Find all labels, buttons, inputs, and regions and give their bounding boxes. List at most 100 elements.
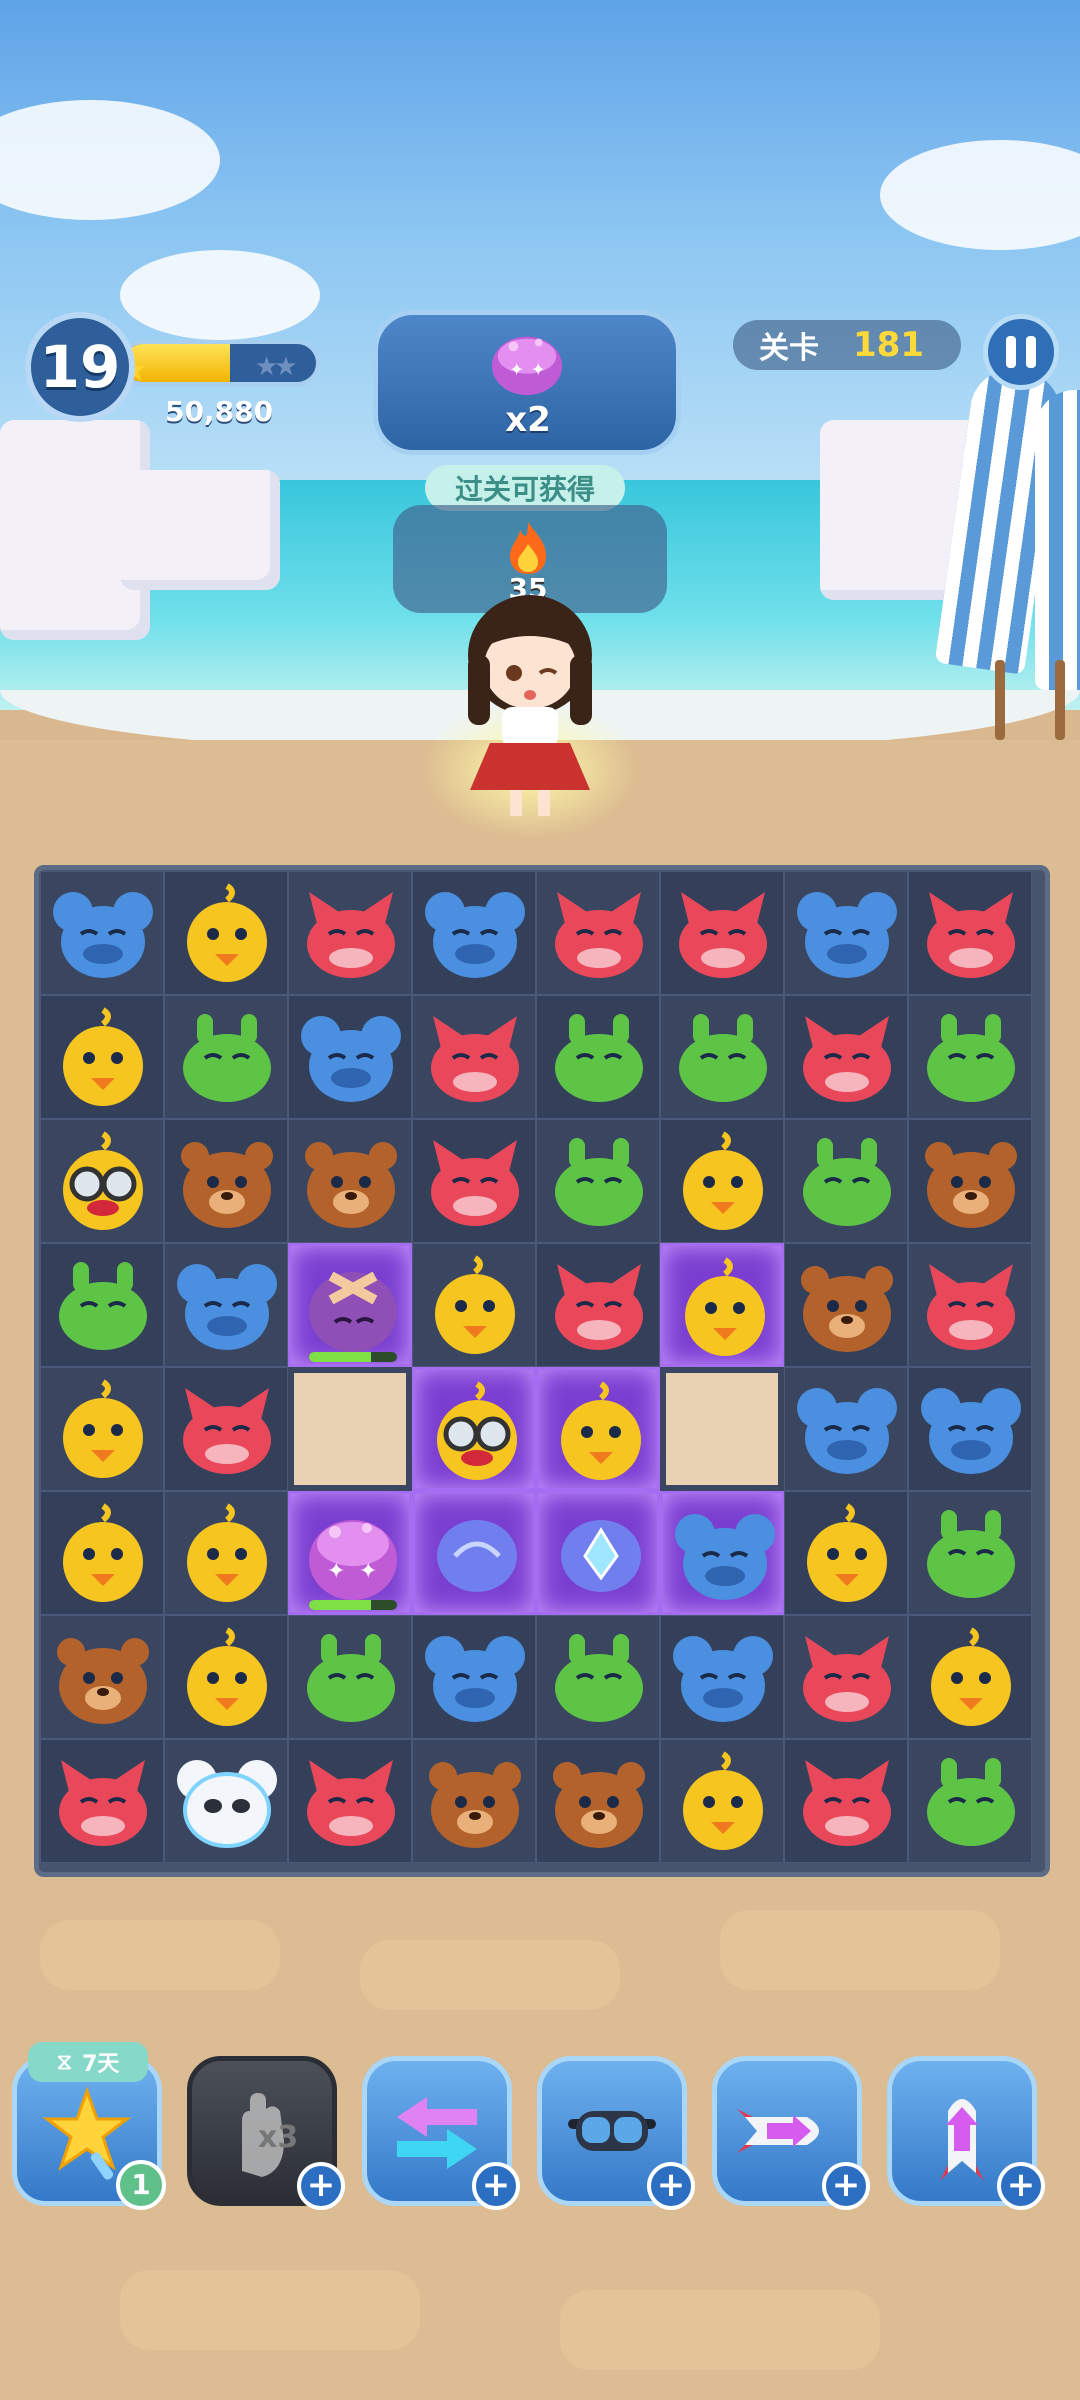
- green-frog-piece[interactable]: [547, 1130, 651, 1234]
- yellow-duck-piece[interactable]: [549, 1380, 653, 1484]
- red-fox-piece[interactable]: [795, 1006, 899, 1110]
- board-cell[interactable]: [660, 1739, 784, 1863]
- brown-bear-piece[interactable]: [51, 1626, 155, 1730]
- blue-swirl-tile[interactable]: [425, 1504, 529, 1608]
- red-fox-piece[interactable]: [51, 1750, 155, 1854]
- blue-mouse-piece[interactable]: [423, 1626, 527, 1730]
- board-cell[interactable]: [288, 1739, 412, 1863]
- board-cell[interactable]: [908, 1367, 1032, 1491]
- red-fox-piece[interactable]: [547, 882, 651, 986]
- yellow-duck-piece[interactable]: [51, 1378, 155, 1482]
- board-cell[interactable]: [660, 1367, 784, 1491]
- board-cell[interactable]: [660, 1119, 784, 1243]
- board-cell[interactable]: [536, 1119, 660, 1243]
- player-level-badge[interactable]: 19: [25, 312, 135, 422]
- board-cell[interactable]: [784, 995, 908, 1119]
- blue-mouse-piece[interactable]: [423, 882, 527, 986]
- brown-bear-piece[interactable]: [423, 1750, 527, 1854]
- brown-bear-piece[interactable]: [795, 1254, 899, 1358]
- add-booster-button[interactable]: +: [997, 2162, 1045, 2210]
- board-cell[interactable]: [536, 871, 660, 995]
- board-cell[interactable]: [536, 1491, 660, 1615]
- board-cell[interactable]: [908, 871, 1032, 995]
- board-cell[interactable]: [412, 1739, 536, 1863]
- board-cell[interactable]: [164, 1243, 288, 1367]
- blue-mouse-piece[interactable]: [673, 1504, 777, 1608]
- board-cell[interactable]: [164, 1739, 288, 1863]
- blue-mouse-piece[interactable]: [795, 1378, 899, 1482]
- board-cell[interactable]: [412, 871, 536, 995]
- pink-mushroom-monster-obstacle[interactable]: ✦ ✦: [301, 1504, 405, 1608]
- board-cell[interactable]: [40, 1367, 164, 1491]
- board-cell[interactable]: [40, 1615, 164, 1739]
- board-cell[interactable]: [164, 1367, 288, 1491]
- green-frog-piece[interactable]: [671, 1006, 775, 1110]
- board-cell[interactable]: [908, 1739, 1032, 1863]
- board-cell[interactable]: [40, 995, 164, 1119]
- board-cell[interactable]: [164, 871, 288, 995]
- add-booster-button[interactable]: +: [647, 2162, 695, 2210]
- board-cell[interactable]: [536, 1615, 660, 1739]
- board-cell[interactable]: [412, 1491, 536, 1615]
- green-frog-piece[interactable]: [547, 1626, 651, 1730]
- board-cell[interactable]: [660, 1491, 784, 1615]
- board-cell[interactable]: [536, 1739, 660, 1863]
- board-cell[interactable]: [660, 1615, 784, 1739]
- board-cell[interactable]: [40, 1739, 164, 1863]
- yellow-duck-piece[interactable]: [51, 1006, 155, 1110]
- blue-mouse-piece[interactable]: [51, 882, 155, 986]
- red-fox-piece[interactable]: [671, 882, 775, 986]
- board-cell[interactable]: [288, 871, 412, 995]
- board-cell[interactable]: [908, 1243, 1032, 1367]
- red-fox-piece[interactable]: [299, 1750, 403, 1854]
- board-cell[interactable]: [660, 1243, 784, 1367]
- blue-mouse-piece[interactable]: [671, 1626, 775, 1730]
- red-fox-piece[interactable]: [795, 1626, 899, 1730]
- red-fox-piece[interactable]: [423, 1130, 527, 1234]
- yellow-duck-piece[interactable]: [175, 1626, 279, 1730]
- red-fox-piece[interactable]: [919, 1254, 1023, 1358]
- yellow-duck-piece[interactable]: [51, 1502, 155, 1606]
- blue-mouse-piece[interactable]: [299, 1006, 403, 1110]
- board-cell[interactable]: [536, 995, 660, 1119]
- red-fox-piece[interactable]: [299, 882, 403, 986]
- yellow-duck-piece[interactable]: [175, 1502, 279, 1606]
- green-frog-piece[interactable]: [919, 1502, 1023, 1606]
- board-cell[interactable]: [40, 1119, 164, 1243]
- add-booster-button[interactable]: +: [472, 2162, 520, 2210]
- brown-bear-piece[interactable]: [299, 1130, 403, 1234]
- board-cell[interactable]: [660, 995, 784, 1119]
- board-cell[interactable]: [288, 1615, 412, 1739]
- board-cell[interactable]: [164, 1615, 288, 1739]
- green-frog-piece[interactable]: [547, 1006, 651, 1110]
- blue-mouse-piece[interactable]: [919, 1378, 1023, 1482]
- board-cell[interactable]: [784, 1739, 908, 1863]
- board-cell[interactable]: [412, 1615, 536, 1739]
- board-cell[interactable]: [412, 1367, 536, 1491]
- duck-goggles-special-piece[interactable]: [51, 1130, 155, 1234]
- brown-bear-piece[interactable]: [547, 1750, 651, 1854]
- board-cell[interactable]: [164, 1119, 288, 1243]
- yellow-duck-piece[interactable]: [919, 1626, 1023, 1730]
- green-frog-piece[interactable]: [175, 1006, 279, 1110]
- blue-gem-tile[interactable]: [549, 1504, 653, 1608]
- board-cell[interactable]: [908, 995, 1032, 1119]
- red-fox-piece[interactable]: [423, 1006, 527, 1110]
- red-fox-piece[interactable]: [175, 1378, 279, 1482]
- board-cell[interactable]: [784, 1243, 908, 1367]
- yellow-duck-piece[interactable]: [671, 1130, 775, 1234]
- board-cell[interactable]: [784, 1367, 908, 1491]
- red-fox-piece[interactable]: [795, 1750, 899, 1854]
- board-cell[interactable]: [908, 1491, 1032, 1615]
- board-cell[interactable]: [784, 871, 908, 995]
- board-cell[interactable]: [288, 995, 412, 1119]
- board-cell[interactable]: [288, 1119, 412, 1243]
- board-cell[interactable]: [908, 1615, 1032, 1739]
- green-frog-piece[interactable]: [795, 1130, 899, 1234]
- yellow-duck-piece[interactable]: [671, 1750, 775, 1854]
- board-cell[interactable]: ✦ ✦: [288, 1491, 412, 1615]
- board-cell[interactable]: [784, 1119, 908, 1243]
- yellow-duck-piece[interactable]: [423, 1254, 527, 1358]
- board-cell[interactable]: [40, 1243, 164, 1367]
- board-cell[interactable]: [288, 1367, 412, 1491]
